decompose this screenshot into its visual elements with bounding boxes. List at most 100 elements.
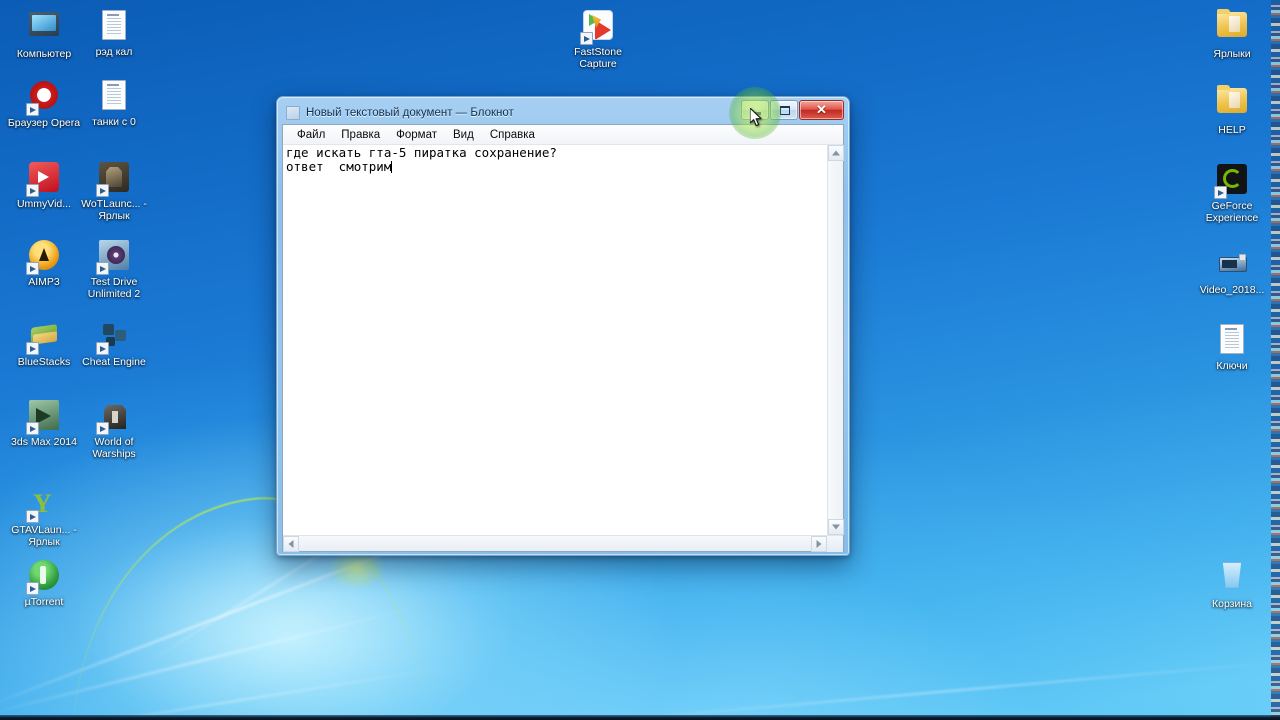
folder-icon <box>1215 85 1249 122</box>
hscroll-track[interactable] <box>299 536 811 552</box>
horizontal-scrollbar[interactable] <box>283 535 843 552</box>
desktop-icon[interactable]: рэд кал <box>76 8 152 59</box>
desktop-icon[interactable]: Компьютер <box>6 8 82 61</box>
desktop-icon-label: Video_2018... <box>1199 284 1265 296</box>
notepad-client-area: Файл Правка Формат Вид Справка где искат… <box>282 124 844 552</box>
minimize-icon <box>750 112 761 115</box>
menu-help[interactable]: Справка <box>482 127 543 143</box>
desktop-icon[interactable]: танки с 0 <box>76 78 152 129</box>
menu-bar[interactable]: Файл Правка Формат Вид Справка <box>283 125 843 145</box>
minimize-button[interactable] <box>741 100 769 120</box>
opera-browser-icon <box>26 81 61 116</box>
gta-v-launcher-icon: Y <box>26 488 61 523</box>
bluestacks-icon <box>26 320 61 355</box>
desktop-icon[interactable]: World of Warships <box>76 398 152 460</box>
desktop-icon-label: Корзина <box>1212 598 1252 610</box>
faststone-capture-icon <box>580 10 615 45</box>
desktop-icon[interactable]: Y GTAVLaun... - Ярлык <box>6 486 82 548</box>
desktop-icon[interactable]: Ярлыки <box>1194 8 1270 61</box>
desktop-icon[interactable]: Test Drive Unlimited 2 <box>76 238 152 300</box>
desktop-icon-label: Ярлыки <box>1213 48 1251 60</box>
desktop-icon[interactable]: FastStone Capture <box>560 8 636 70</box>
wot-launcher-icon <box>96 162 131 197</box>
wallpaper-streak <box>601 659 1280 720</box>
vertical-scrollbar[interactable] <box>827 145 844 535</box>
video-file-icon <box>1215 248 1249 282</box>
desktop-icon-label: FastStone Capture <box>574 46 622 70</box>
desktop-icon-label: BlueStacks <box>17 356 71 368</box>
menu-file[interactable]: Файл <box>289 127 333 143</box>
desktop-icon-label: AIMP3 <box>28 276 60 288</box>
shortcut-arrow-icon <box>26 342 39 355</box>
close-button[interactable]: ✕ <box>799 100 844 120</box>
wallpaper-streak <box>0 604 424 718</box>
desktop-icon[interactable]: BlueStacks <box>6 318 82 369</box>
desktop-icon[interactable]: WoTLaunc... - Ярлык <box>76 160 152 222</box>
test-drive-unlimited-icon <box>96 240 131 275</box>
shortcut-arrow-icon <box>96 422 109 435</box>
shortcut-arrow-icon <box>26 184 39 197</box>
maximize-button[interactable] <box>770 100 798 120</box>
desktop-icon-label: Ключи <box>1216 360 1248 372</box>
folder-icon <box>1215 9 1249 46</box>
menu-format[interactable]: Формат <box>388 127 445 143</box>
notepad-icon <box>286 106 300 120</box>
text-document-icon <box>97 80 131 114</box>
desktop-icon[interactable]: µTorrent <box>6 558 82 609</box>
desktop-icon[interactable]: Браузер Opera <box>6 78 82 130</box>
menu-edit[interactable]: Правка <box>333 127 388 143</box>
notepad-window[interactable]: Новый текстовый документ — Блокнот ✕ Фай… <box>276 96 850 556</box>
scroll-up-button[interactable] <box>828 145 844 161</box>
maximize-icon <box>780 106 790 115</box>
screen-bottom-edge <box>0 715 1280 720</box>
desktop-icon-label: Cheat Engine <box>82 356 146 368</box>
desktop-icon-label: Test Drive Unlimited 2 <box>87 276 141 300</box>
editor-region[interactable]: где искать гта-5 пиратка сохранение? отв… <box>283 145 844 535</box>
desktop-icon-label: 3ds Max 2014 <box>11 436 77 448</box>
shortcut-arrow-icon <box>580 32 593 45</box>
desktop[interactable]: Компьютер рэд кал Браузер Opera танки с 0 Um… <box>0 0 1280 720</box>
desktop-icon[interactable]: Cheat Engine <box>76 318 152 369</box>
editor-text: где искать гта-5 пиратка сохранение? отв… <box>286 145 557 174</box>
desktop-icon[interactable]: HELP <box>1194 84 1270 137</box>
text-document-icon <box>1215 324 1249 358</box>
desktop-icon[interactable]: Корзина <box>1194 558 1270 611</box>
chevron-right-icon <box>816 539 822 548</box>
shortcut-arrow-icon <box>26 262 39 275</box>
window-controls[interactable]: ✕ <box>740 100 844 120</box>
desktop-icon-label: GeForce Experience <box>1205 200 1259 224</box>
desktop-icon[interactable]: UmmyVid... <box>6 160 82 211</box>
desktop-icon-label: Компьютер <box>16 48 72 60</box>
utorrent-icon <box>26 560 61 595</box>
desktop-icon-label: Браузер Opera <box>7 117 81 129</box>
chevron-down-icon <box>832 524 840 530</box>
desktop-icon-label: рэд кал <box>95 46 133 58</box>
resize-grip[interactable] <box>827 535 843 552</box>
shortcut-arrow-icon <box>26 582 39 595</box>
shortcut-arrow-icon <box>1214 186 1227 199</box>
shortcut-arrow-icon <box>96 342 109 355</box>
cheat-engine-icon <box>96 320 131 355</box>
window-title: Новый текстовый документ — Блокнот <box>306 107 514 119</box>
scroll-right-button[interactable] <box>811 535 827 552</box>
desktop-icon[interactable]: 3ds Max 2014 <box>6 398 82 449</box>
shortcut-arrow-icon <box>96 262 109 275</box>
chevron-up-icon <box>832 150 840 156</box>
shortcut-arrow-icon <box>26 103 39 116</box>
desktop-icon-label: World of Warships <box>92 436 136 460</box>
desktop-icon[interactable]: Video_2018... <box>1194 246 1270 297</box>
video-artifact-strip <box>1271 0 1280 720</box>
desktop-icon-label: UmmyVid... <box>16 198 72 210</box>
text-editor[interactable]: где искать гта-5 пиратка сохранение? отв… <box>283 145 827 535</box>
menu-view[interactable]: Вид <box>445 127 482 143</box>
desktop-icon-label: µTorrent <box>24 596 64 608</box>
scroll-down-button[interactable] <box>828 519 844 535</box>
3ds-max-icon <box>26 400 61 435</box>
scroll-left-button[interactable] <box>283 535 299 552</box>
window-titlebar[interactable]: Новый текстовый документ — Блокнот ✕ <box>282 100 844 124</box>
desktop-icon[interactable]: Ключи <box>1194 322 1270 373</box>
text-caret <box>391 160 393 173</box>
my-computer-icon <box>27 12 61 46</box>
desktop-icon[interactable]: AIMP3 <box>6 238 82 289</box>
desktop-icon[interactable]: GeForce Experience <box>1194 162 1270 224</box>
